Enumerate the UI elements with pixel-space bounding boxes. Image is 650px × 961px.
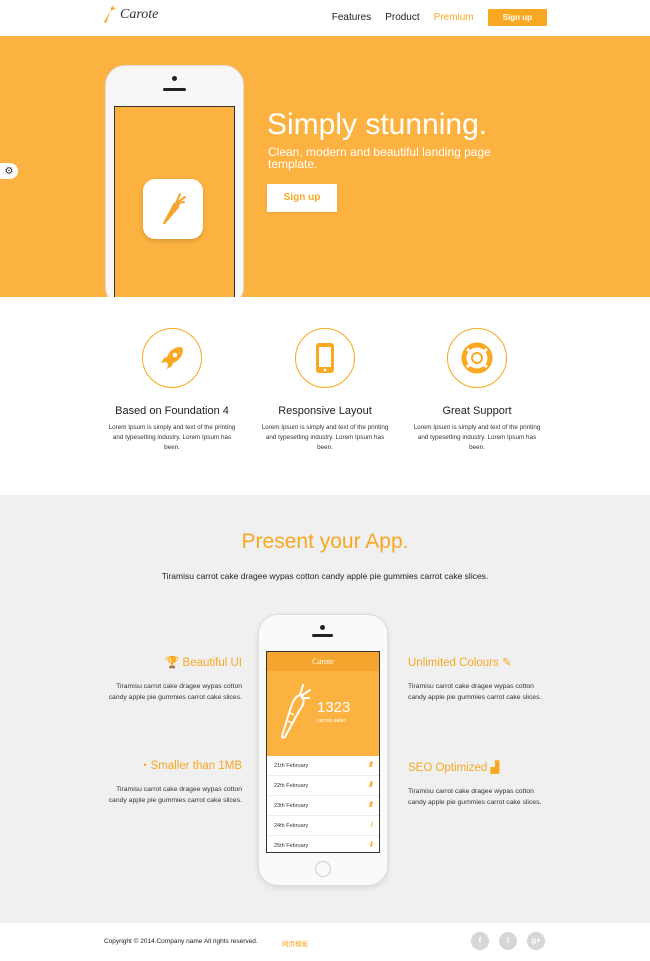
pencil-icon: ✎ (498, 657, 512, 669)
brand-name: Carote (120, 7, 159, 22)
nav-links: Features Product Premium Sign up (318, 9, 547, 26)
present-subtitle: Tiramisu carrot cake dragee wypas cotton… (161, 571, 489, 581)
present-feature-title: SEO Optimized (408, 762, 488, 774)
phone-camera (320, 625, 325, 630)
carrot-marks-icon: /// (369, 782, 373, 789)
feature-text: Lorem Ipsum is simply and text of the pr… (261, 424, 389, 451)
twitter-icon[interactable]: t (499, 932, 517, 950)
present-feature-seo: SEO Optimized ▟ Tiramisu carrot cake dra… (408, 760, 543, 808)
present-feature-title: Smaller than 1MB (150, 760, 242, 772)
feature-title: Great Support (442, 405, 512, 417)
mobile-icon (295, 328, 355, 388)
list-item[interactable]: 25th February// (267, 836, 379, 852)
carrot-marks-icon: / (371, 822, 373, 829)
trophy-icon: 🏆 (165, 657, 183, 669)
list-item[interactable]: 21th February/// (267, 756, 379, 776)
rocket-icon (142, 328, 202, 388)
gauge-icon: ◔ (140, 760, 151, 772)
nav-signup-button[interactable]: Sign up (487, 9, 547, 26)
settings-gear-icon[interactable]: ⚙ (0, 163, 18, 179)
present-app-section: Present your App. Tiramisu carrot cake d… (0, 495, 650, 923)
present-feature-colours: Unlimited Colours ✎ Tiramisu carrot cake… (408, 655, 543, 703)
present-feature-beautiful-ui: 🏆 Beautiful UI Tiramisu carrot cake drag… (107, 655, 242, 703)
footer-link[interactable]: 网页模板 (282, 938, 308, 948)
lifebuoy-icon (447, 328, 507, 388)
app-count: 1323 (317, 699, 351, 716)
carrot-marks-icon: /// (369, 802, 373, 809)
app-list: 21th February/// 22th February/// 23th F… (267, 756, 379, 852)
list-item[interactable]: 23th February/// (267, 796, 379, 816)
footer: Copyright © 2014.Company name All rights… (0, 923, 650, 961)
feature-text: Lorem Ipsum is simply and text of the pr… (108, 424, 236, 451)
bars-icon: ▟ (487, 762, 500, 774)
hero-phone-mockup (105, 65, 244, 297)
app-stats: 1323 carrots eaten (267, 671, 379, 756)
hero-section: Simply stunning. Clean, modern and beaut… (0, 36, 650, 297)
phone-speaker (163, 88, 186, 91)
feature-text: Lorem Ipsum is simply and text of the pr… (413, 424, 541, 451)
phone-camera (172, 76, 177, 81)
nav-features-link[interactable]: Features (332, 12, 371, 23)
present-title: Present your App. (241, 530, 409, 553)
app-count-label: carrots eaten (317, 718, 347, 724)
phone-screen (114, 106, 235, 297)
phone-speaker (312, 634, 333, 637)
app-header: Carote (267, 652, 379, 671)
carrot-logo-icon (104, 6, 116, 23)
list-item[interactable]: 24th February / (267, 816, 379, 836)
carrot-marks-icon: /// (369, 762, 373, 769)
feature-title: Responsive Layout (278, 405, 372, 417)
app-phone-mockup: Carote 1323 carrots eaten 21th February /… (258, 614, 388, 886)
feature-title: Based on Foundation 4 (115, 405, 229, 417)
hero-signup-button[interactable]: Sign up (267, 184, 337, 212)
copyright-text: Copyright © 2014.Company name All rights… (104, 938, 258, 945)
nav-premium-link[interactable]: Premium (434, 12, 474, 23)
present-feature-text: Tiramisu carrot cake dragee wypas cotton… (408, 683, 542, 701)
feature-foundation: Based on Foundation 4 Lorem Ipsum is sim… (97, 328, 247, 453)
feature-responsive: Responsive Layout Lorem Ipsum is simply … (250, 328, 400, 453)
social-links: f t g+ (471, 932, 555, 950)
app-icon (143, 179, 203, 239)
present-feature-text: Tiramisu carrot cake dragee wypas cotton… (108, 786, 242, 804)
hero-title: Simply stunning. (267, 108, 488, 141)
facebook-icon[interactable]: f (471, 932, 489, 950)
carrot-icon (280, 684, 311, 739)
carrot-icon (163, 193, 186, 225)
brand-logo[interactable]: Carote (102, 6, 158, 24)
present-feature-text: Tiramisu carrot cake dragee wypas cotton… (408, 788, 542, 806)
phone-home-button (315, 861, 331, 877)
google-plus-icon[interactable]: g+ (527, 932, 545, 950)
present-feature-title: Unlimited Colours (408, 657, 499, 669)
present-feature-text: Tiramisu carrot cake dragee wypas cotton… (108, 683, 242, 701)
features-section: Based on Foundation 4 Lorem Ipsum is sim… (0, 297, 650, 495)
app-screen: Carote 1323 carrots eaten 21th February /… (266, 651, 380, 853)
feature-support: Great Support Lorem Ipsum is simply and … (402, 328, 552, 453)
carrot-marks-icon: // (370, 842, 373, 849)
nav-product-link[interactable]: Product (385, 12, 419, 23)
list-item[interactable]: 22th February/// (267, 776, 379, 796)
hero-subtitle: Clean, modern and beautiful landing page… (268, 145, 491, 171)
present-feature-smaller: ◔ Smaller than 1MB Tiramisu carrot cake … (107, 760, 242, 806)
top-navbar: Carote Features Product Premium Sign up (0, 0, 650, 36)
present-feature-title: Beautiful UI (182, 657, 242, 669)
